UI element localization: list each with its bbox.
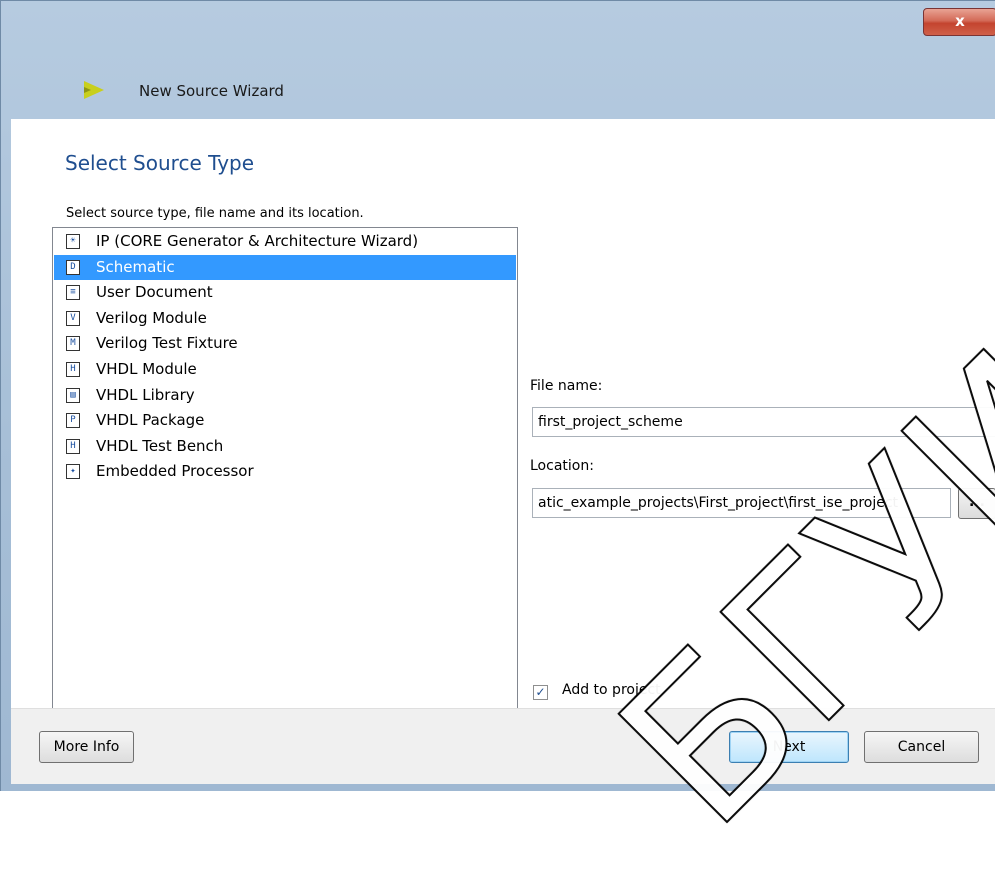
file-name-label: File name: [530, 378, 603, 394]
document-icon: ≡ [66, 285, 80, 301]
location-label: Location: [530, 458, 594, 474]
list-item-user-document[interactable]: ≡ User Document [54, 280, 516, 305]
list-item-label: Verilog Module [96, 308, 207, 327]
button-bar: More Info Next Cancel [11, 708, 995, 784]
list-item-label: User Document [96, 283, 213, 302]
list-item-verilog-module[interactable]: V Verilog Module [54, 306, 516, 331]
vhdl-module-icon: H [66, 362, 80, 377]
schematic-icon: D [66, 259, 80, 275]
list-item-label: Verilog Test Fixture [96, 334, 238, 353]
instruction-text: Select source type, file name and its lo… [66, 206, 364, 221]
window-title: New Source Wizard [139, 82, 284, 100]
vhdl-test-bench-icon: H [66, 438, 80, 454]
list-item-label: Embedded Processor [96, 462, 254, 481]
window-frame: New Source Wizard x Select Source Type S… [0, 0, 995, 872]
add-to-project-label: Add to project [562, 682, 661, 698]
list-item-schematic[interactable]: D Schematic [54, 254, 516, 280]
page-title: Select Source Type [65, 151, 255, 175]
next-button[interactable]: Next [729, 731, 849, 763]
list-item-label: VHDL Module [96, 360, 197, 378]
file-name-field[interactable]: first_project_scheme [532, 407, 995, 437]
list-item-embedded-processor[interactable]: ✦ Embedded Processor [54, 459, 516, 484]
cancel-button[interactable]: Cancel [864, 731, 979, 763]
vhdl-package-icon: P [66, 413, 80, 429]
list-item-label: VHDL Test Bench [96, 436, 224, 455]
list-item-label: Schematic [96, 257, 175, 276]
wizard-arrow-icon [84, 81, 104, 99]
embedded-processor-icon: ✦ [66, 464, 80, 480]
more-info-button[interactable]: More Info [39, 731, 134, 763]
list-item-vhdl-package[interactable]: P VHDL Package [54, 408, 516, 433]
vhdl-library-icon: ▤ [66, 387, 80, 403]
verilog-module-icon: V [66, 310, 80, 326]
list-item-label: VHDL Package [96, 411, 205, 430]
list-item-label: VHDL Library [96, 385, 195, 404]
title-bar: New Source Wizard x [2, 2, 995, 118]
list-item-vhdl-library[interactable]: ▤ VHDL Library [54, 383, 516, 408]
close-button[interactable]: x [923, 8, 995, 36]
list-item-vhdl-test-bench[interactable]: H VHDL Test Bench [54, 434, 516, 459]
wizard-page: Select Source Type Select source type, f… [11, 119, 995, 784]
add-to-project-checkbox[interactable]: ✓ [533, 685, 548, 700]
location-field[interactable]: atic_example_projects\First_project\firs… [532, 488, 951, 518]
list-item-vhdl-module[interactable]: H VHDL Module [54, 357, 516, 382]
lightbulb-icon: ☀ [66, 234, 80, 249]
list-item-verilog-test-fixture[interactable]: M Verilog Test Fixture [54, 331, 516, 356]
source-type-list[interactable]: ☀ IP (CORE Generator & Architecture Wizar… [52, 227, 518, 727]
browse-button[interactable]: ... [958, 488, 995, 519]
list-item-ip-core-generator-architecture-wizard[interactable]: ☀ IP (CORE Generator & Architecture Wizar… [54, 229, 516, 254]
verilog-test-fixture-icon: M [66, 336, 80, 352]
list-item-label: IP (CORE Generator & Architecture Wizard… [96, 232, 419, 250]
